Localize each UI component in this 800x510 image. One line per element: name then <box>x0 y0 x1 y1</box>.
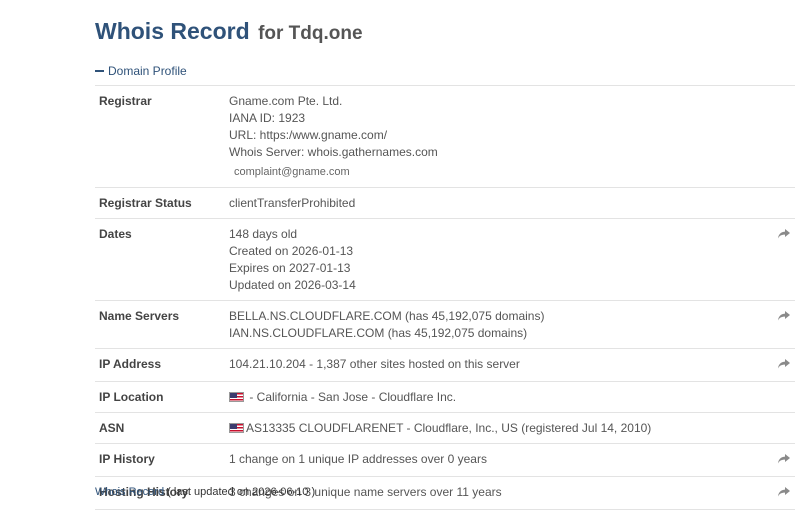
ip-history-value: 1 change on 1 unique IP addresses over 0… <box>225 443 763 477</box>
expires-date: Expires on 2027-01-13 <box>229 261 351 275</box>
registrar-name: Gname.com Pte. Ltd. <box>229 94 343 108</box>
registrar-status-value: clientTransferProhibited <box>225 187 763 219</box>
share-arrow-icon[interactable] <box>777 486 791 498</box>
dates-label: Dates <box>95 218 225 301</box>
last-updated-note: ( last updated on 2026-06-10 ) <box>167 486 316 498</box>
whois-page: Whois Record for Tdq.one Domain Profile … <box>0 0 800 510</box>
domain-profile-table: Registrar Gname.com Pte. Ltd. IANA ID: 1… <box>95 85 795 510</box>
name-server-2: IAN.NS.CLOUDFLARE.COM (has 45,192,075 do… <box>229 326 528 340</box>
registrar-label: Registrar <box>95 85 225 188</box>
dates-value: 148 days old Created on 2026-01-13 Expir… <box>225 218 763 301</box>
name-server-1: BELLA.NS.CLOUDFLARE.COM (has 45,192,075 … <box>229 309 545 323</box>
row-ip-location: IP Location - California - San Jose - Cl… <box>95 381 795 413</box>
registrar-iana-id: IANA ID: 1923 <box>229 111 306 125</box>
share-arrow-icon[interactable] <box>777 228 791 240</box>
minus-icon <box>95 70 104 72</box>
page-title-domain: for Tdq.one <box>258 23 363 44</box>
us-flag-icon <box>229 423 244 433</box>
name-servers-value: BELLA.NS.CLOUDFLARE.COM (has 45,192,075 … <box>225 300 763 349</box>
registrar-url: URL: https:/www.gname.com/ <box>229 128 388 142</box>
share-arrow-icon[interactable] <box>777 453 791 465</box>
row-ip-address: IP Address 104.21.10.204 - 1,387 other s… <box>95 348 795 382</box>
us-flag-icon <box>229 392 244 402</box>
share-arrow-icon[interactable] <box>777 358 791 370</box>
row-registrar-status: Registrar Status clientTransferProhibite… <box>95 187 795 219</box>
page-title-main: Whois Record <box>95 18 250 44</box>
asn-value: AS13335 CLOUDFLARENET - Cloudflare, Inc.… <box>246 421 652 435</box>
asn-cell: AS13335 CLOUDFLARENET - Cloudflare, Inc.… <box>225 412 763 444</box>
registrar-whois-server: Whois Server: whois.gathernames.com <box>229 145 438 159</box>
registrar-status-label: Registrar Status <box>95 187 225 219</box>
row-ip-history: IP History 1 change on 1 unique IP addre… <box>95 443 795 477</box>
ip-location-label: IP Location <box>95 381 225 413</box>
share-arrow-icon[interactable] <box>777 310 791 322</box>
domain-profile-label: Domain Profile <box>108 64 187 78</box>
domain-profile-toggle[interactable]: Domain Profile <box>95 64 187 78</box>
ip-location-cell: - California - San Jose - Cloudflare Inc… <box>225 381 763 413</box>
ip-location-value: - California - San Jose - Cloudflare Inc… <box>249 390 457 404</box>
created-date: Created on 2026-01-13 <box>229 244 354 258</box>
row-dates: Dates 148 days old Created on 2026-01-13… <box>95 218 795 301</box>
ip-history-label: IP History <box>95 443 225 477</box>
domain-age: 148 days old <box>229 227 298 241</box>
row-asn: ASN AS13335 CLOUDFLARENET - Cloudflare, … <box>95 412 795 444</box>
name-servers-label: Name Servers <box>95 300 225 349</box>
registrar-value: Gname.com Pte. Ltd. IANA ID: 1923 URL: h… <box>225 85 763 188</box>
row-name-servers: Name Servers BELLA.NS.CLOUDFLARE.COM (ha… <box>95 300 795 349</box>
whois-record-link[interactable]: Whois Record <box>95 486 164 498</box>
row-registrar: Registrar Gname.com Pte. Ltd. IANA ID: 1… <box>95 85 795 188</box>
whois-record-footer: Whois Record ( last updated on 2026-06-1… <box>95 486 315 498</box>
registrar-email: complaint@gname.com <box>234 166 350 178</box>
ip-address-value: 104.21.10.204 - 1,387 other sites hosted… <box>225 348 763 382</box>
asn-label: ASN <box>95 412 225 444</box>
page-title: Whois Record for Tdq.one <box>95 18 363 45</box>
updated-date: Updated on 2026-03-14 <box>229 278 356 292</box>
ip-address-label: IP Address <box>95 348 225 382</box>
